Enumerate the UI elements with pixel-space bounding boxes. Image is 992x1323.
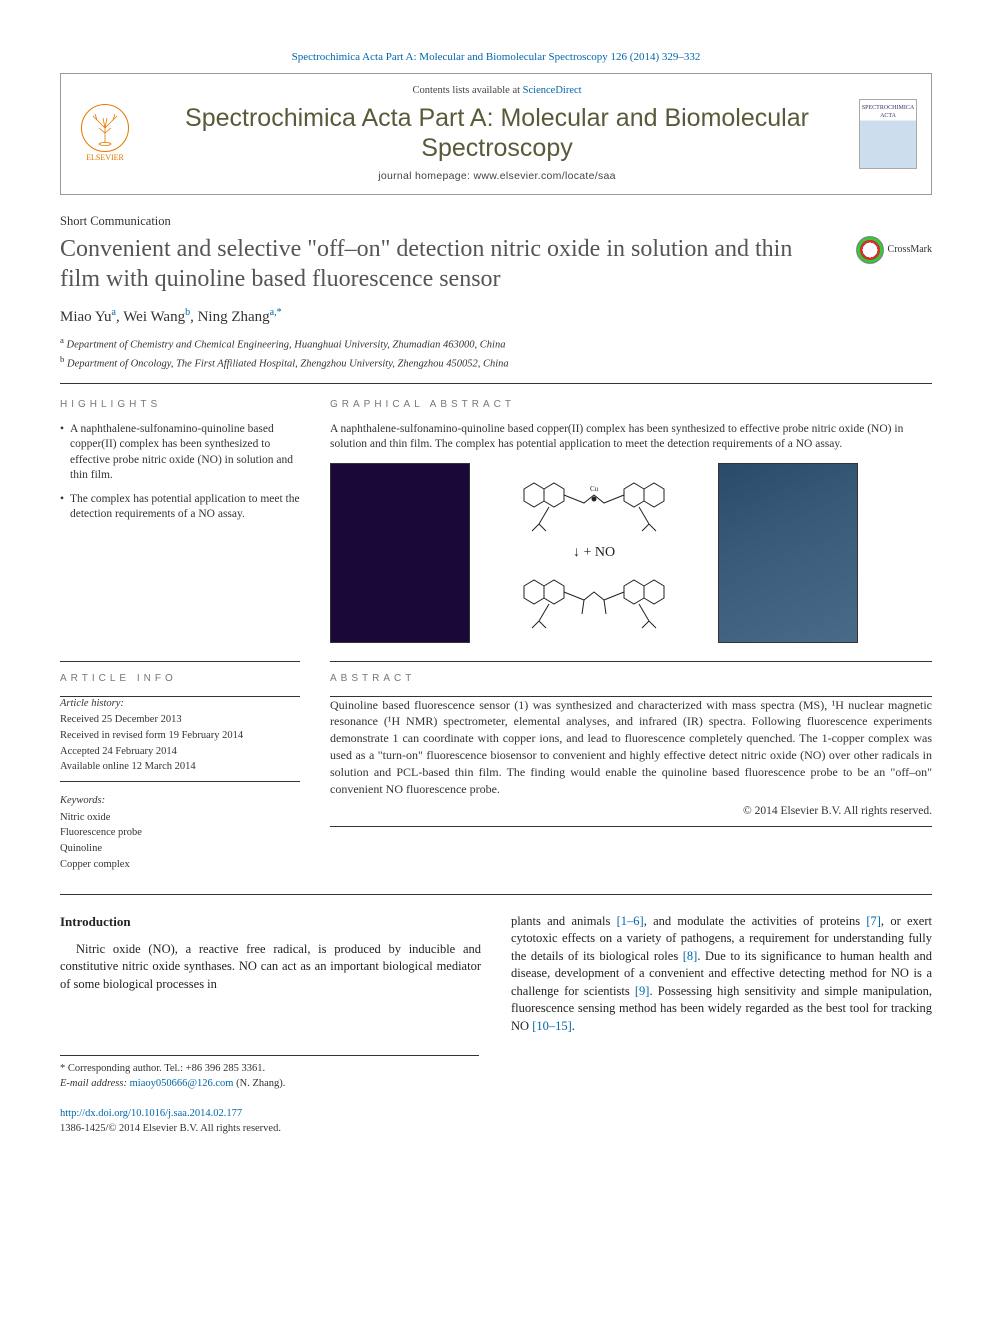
abstract-section: ABSTRACT Quinoline based fluorescence se… xyxy=(330,661,932,874)
journal-header-box: ELSEVIER Contents lists available at Sci… xyxy=(60,73,932,194)
svg-text:Cu: Cu xyxy=(590,485,599,493)
reaction-arrow: ↓ + NO xyxy=(573,543,615,563)
history-line: Received in revised form 19 February 201… xyxy=(60,729,300,744)
keyword: Copper complex xyxy=(60,858,300,873)
contents-prefix: Contents lists available at xyxy=(412,85,522,96)
keyword: Quinoline xyxy=(60,842,300,857)
author-3: Ning Zhang xyxy=(198,309,270,325)
divider xyxy=(60,781,300,782)
crossmark-label: CrossMark xyxy=(888,243,932,257)
citation-link[interactable]: [9] xyxy=(635,984,650,998)
reaction-label: + NO xyxy=(583,545,615,560)
divider xyxy=(60,661,300,662)
author-1: Miao Yu xyxy=(60,309,112,325)
crossmark-icon xyxy=(856,236,884,264)
elsevier-label: ELSEVIER xyxy=(86,152,124,163)
author-2-aff: b xyxy=(185,307,190,318)
citation-link[interactable]: [1–6] xyxy=(617,914,644,928)
highlight-item: A naphthalene-sulfonamino-quinoline base… xyxy=(60,422,300,484)
abstract-copyright: © 2014 Elsevier B.V. All rights reserved… xyxy=(330,803,932,819)
elsevier-tree-icon xyxy=(81,104,129,152)
email-line: E-mail address: miaoy050666@126.com (N. … xyxy=(60,1077,479,1092)
keyword: Fluorescence probe xyxy=(60,826,300,841)
authors-line: Miao Yua, Wei Wangb, Ning Zhanga,* xyxy=(60,306,932,328)
contents-available-line: Contents lists available at ScienceDirec… xyxy=(153,84,841,99)
article-type: Short Communication xyxy=(60,213,932,231)
author-3-corr: * xyxy=(277,307,282,318)
keyword: Nitric oxide xyxy=(60,811,300,826)
journal-name: Spectrochimica Acta Part A: Molecular an… xyxy=(153,103,841,163)
divider xyxy=(60,894,932,895)
affiliations: a Department of Chemistry and Chemical E… xyxy=(60,334,932,372)
graphical-abstract-figure: Cu ↓ + NO xyxy=(330,463,932,643)
fluorescence-image-dark xyxy=(330,463,470,643)
molecule-after xyxy=(484,566,704,636)
graphical-abstract-text: A naphthalene-sulfonamino-quinoline base… xyxy=(330,422,932,453)
author-2: Wei Wang xyxy=(123,309,185,325)
author-1-aff: a xyxy=(112,307,116,318)
article-history-heading: Article history: xyxy=(60,697,300,712)
chemical-scheme: Cu ↓ + NO xyxy=(484,463,704,643)
journal-homepage: journal homepage: www.elsevier.com/locat… xyxy=(153,169,841,184)
footnotes: * Corresponding author. Tel.: +86 396 28… xyxy=(60,1055,479,1091)
doi-link[interactable]: http://dx.doi.org/10.1016/j.saa.2014.02.… xyxy=(60,1108,242,1119)
fluorescence-image-bright xyxy=(718,463,858,643)
corresponding-author-note: * Corresponding author. Tel.: +86 396 28… xyxy=(60,1062,479,1077)
citation-link[interactable]: [10–15] xyxy=(532,1019,572,1033)
graphical-abstract-heading: GRAPHICAL ABSTRACT xyxy=(330,398,932,412)
divider xyxy=(60,383,932,384)
running-header: Spectrochimica Acta Part A: Molecular an… xyxy=(60,50,932,65)
citation-link[interactable]: [7] xyxy=(866,914,881,928)
divider xyxy=(330,661,932,662)
history-line: Available online 12 March 2014 xyxy=(60,760,300,775)
body-text: Introduction Nitric oxide (NO), a reacti… xyxy=(60,913,932,1036)
intro-paragraph-2: plants and animals [1–6], and modulate t… xyxy=(511,913,932,1036)
affiliation-a: a Department of Chemistry and Chemical E… xyxy=(60,334,932,353)
article-title: Convenient and selective "off–on" detect… xyxy=(60,234,830,294)
page-footer: http://dx.doi.org/10.1016/j.saa.2014.02.… xyxy=(60,1107,932,1136)
crossmark-badge[interactable]: CrossMark xyxy=(856,236,932,264)
sciencedirect-link[interactable]: ScienceDirect xyxy=(523,85,582,96)
highlights-heading: HIGHLIGHTS xyxy=(60,398,300,412)
email-link[interactable]: miaoy050666@126.com xyxy=(130,1078,234,1089)
history-line: Received 25 December 2013 xyxy=(60,713,300,728)
divider xyxy=(330,826,932,827)
highlight-item: The complex has potential application to… xyxy=(60,492,300,523)
journal-cover-thumbnail: SPECTROCHIMICA ACTA xyxy=(859,99,917,169)
highlights-section: HIGHLIGHTS A naphthalene-sulfonamino-qui… xyxy=(60,398,300,643)
author-3-aff: a, xyxy=(270,307,277,318)
article-info-heading: ARTICLE INFO xyxy=(60,672,300,686)
abstract-text: Quinoline based fluorescence sensor (1) … xyxy=(330,697,932,798)
history-line: Accepted 24 February 2014 xyxy=(60,745,300,760)
intro-paragraph-1: Nitric oxide (NO), a reactive free radic… xyxy=(60,941,481,994)
issn-copyright-line: 1386-1425/© 2014 Elsevier B.V. All right… xyxy=(60,1122,932,1137)
elsevier-logo: ELSEVIER xyxy=(75,99,135,169)
graphical-abstract-section: GRAPHICAL ABSTRACT A naphthalene-sulfona… xyxy=(330,398,932,643)
citation-link[interactable]: [8] xyxy=(683,949,698,963)
introduction-heading: Introduction xyxy=(60,913,481,931)
keywords-heading: Keywords: xyxy=(60,794,300,809)
molecule-before: Cu xyxy=(484,469,704,539)
article-info-section: ARTICLE INFO Article history: Received 2… xyxy=(60,661,300,874)
abstract-heading: ABSTRACT xyxy=(330,672,932,686)
affiliation-b: b Department of Oncology, The First Affi… xyxy=(60,353,932,372)
